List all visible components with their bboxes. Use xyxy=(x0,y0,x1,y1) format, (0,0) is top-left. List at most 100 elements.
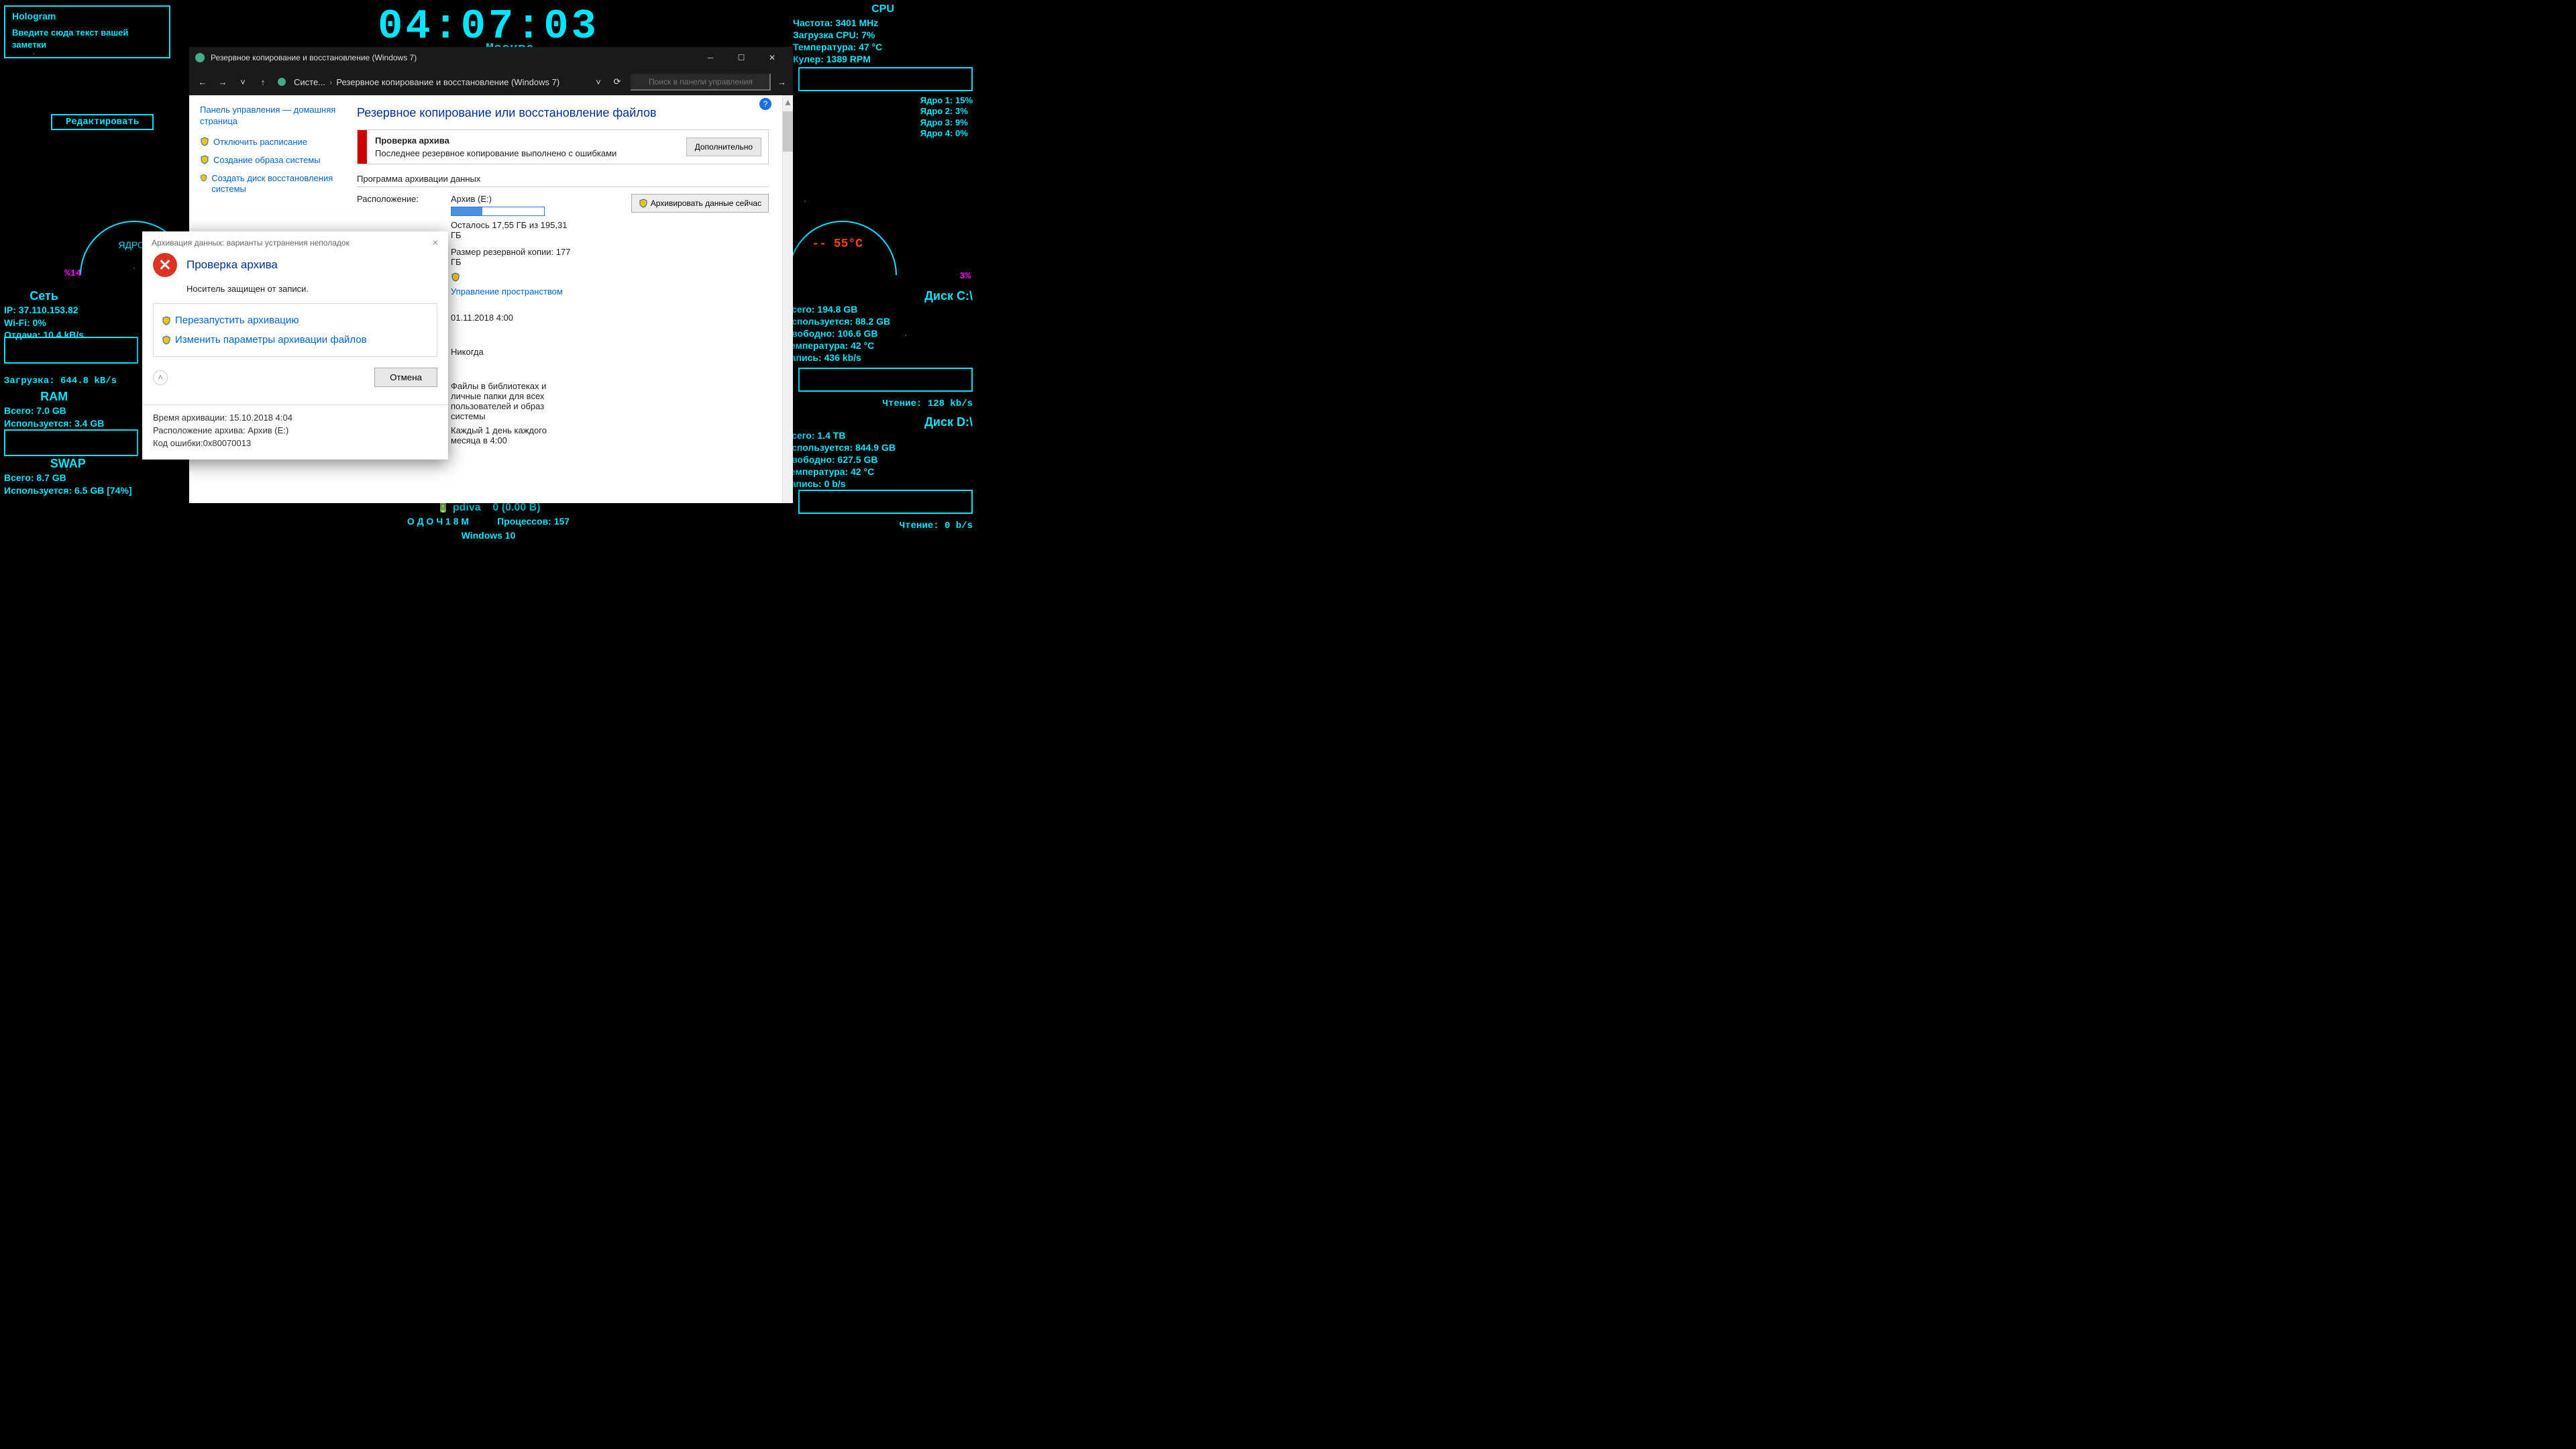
backup-size: Размер резервной копии: 177 ГБ xyxy=(451,247,572,267)
cpu-freq: Частота: 3401 MHz xyxy=(793,17,973,29)
chevron-up-icon[interactable]: ˄ xyxy=(153,370,168,385)
back-button[interactable]: ← xyxy=(196,77,209,87)
change-settings-link[interactable]: Изменить параметры архивации файлов xyxy=(162,330,429,350)
disk-d-total: Всего: 1.4 TB xyxy=(785,430,973,442)
shield-icon xyxy=(162,316,171,325)
net-wifi: Wi-Fi: 0% xyxy=(4,317,84,329)
scroll-thumb[interactable] xyxy=(783,111,793,152)
section-header: Программа архивации данных xyxy=(357,174,769,187)
swap-widget: SWAP Всего: 8.7 GB Используется: 6.5 GB … xyxy=(4,456,132,496)
cancel-button[interactable]: Отмена xyxy=(374,368,437,387)
net-load: Загрузка: 644.8 kB/s xyxy=(4,376,117,386)
alert-box: Проверка архива Последнее резервное копи… xyxy=(357,129,769,164)
disk-d-graph xyxy=(798,490,973,514)
close-button[interactable]: ✕ xyxy=(757,47,788,68)
disk-c-header: Диск C:\ xyxy=(785,288,973,304)
help-icon[interactable]: ? xyxy=(759,98,771,110)
hologram-title: Hologram xyxy=(12,11,162,21)
cpu-widget: CPU Частота: 3401 MHz Загрузка CPU: 7% Т… xyxy=(793,3,973,66)
ram-header: RAM xyxy=(4,389,104,405)
ram-graph xyxy=(4,429,138,456)
backup-content: Файлы в библиотеках и личные папки для в… xyxy=(451,381,558,421)
disk-c-used: Используется: 88.2 GB xyxy=(785,316,973,328)
location-icon xyxy=(276,76,287,87)
hologram-note[interactable]: Введите сюда текст вашей заметки xyxy=(12,27,162,50)
sidebar-create-recovery-disk[interactable]: Создать диск восстановления системы xyxy=(200,173,339,196)
shield-icon xyxy=(200,137,209,146)
swap-header: SWAP xyxy=(4,456,132,472)
alert-message: Последнее резервное копирование выполнен… xyxy=(375,148,672,158)
edit-button[interactable]: Редактировать xyxy=(51,114,154,130)
chevron-right-icon: › xyxy=(329,77,332,87)
disk-c-total: Всего: 194.8 GB xyxy=(785,304,973,316)
core-2: Ядро 2: 3% xyxy=(920,106,973,117)
page-title: Резервное копирование или восстановление… xyxy=(357,106,769,120)
cpu-header: CPU xyxy=(793,3,973,17)
manage-space-link[interactable]: Управление пространством xyxy=(451,286,572,297)
os-name: Windows 10 xyxy=(462,530,516,541)
gauge-left-value: %14 xyxy=(64,268,81,279)
window-title: Резервное копирование и восстановление (… xyxy=(211,53,417,62)
navbar: ← → ˅ ↑ Систе... › Резервное копирование… xyxy=(189,68,793,95)
crumb-2[interactable]: Резервное копирование и восстановление (… xyxy=(336,77,559,87)
processes: Процессов: 157 xyxy=(497,516,570,527)
maximize-button[interactable]: ☐ xyxy=(726,47,757,68)
dialog-close-icon[interactable]: ✕ xyxy=(432,238,439,248)
shield-icon xyxy=(162,335,171,345)
alert-title: Проверка архива xyxy=(375,136,672,146)
gauge-right-temp: -- 55°C xyxy=(812,237,863,251)
swap-used: Используется: 6.5 GB [74%] xyxy=(4,484,132,496)
hide-details-toggle[interactable]: Скрыть сведения xyxy=(174,372,245,382)
error-icon xyxy=(153,253,177,277)
location-value: Архив (E:) xyxy=(451,194,572,204)
dialog-message: Носитель защищен от записи. xyxy=(186,284,437,294)
disk-c-write: Запись: 436 kb/s xyxy=(785,352,973,364)
dialog-heading: Проверка архива xyxy=(186,258,278,272)
forward-button[interactable]: → xyxy=(216,77,229,87)
scrollbar[interactable]: ▴ xyxy=(782,95,793,503)
backup-now-button[interactable]: Архивировать данные сейчас xyxy=(631,194,769,213)
search-go-icon[interactable]: → xyxy=(777,77,786,87)
disk-c-graph xyxy=(798,368,973,392)
dialog-title: Архивация данных: варианты устранения не… xyxy=(152,238,350,248)
details-button[interactable]: Дополнительно xyxy=(686,138,761,156)
sidebar-create-image[interactable]: Создание образа системы xyxy=(200,155,339,166)
disk-d-used: Используется: 844.9 GB xyxy=(785,442,973,454)
backup-icon xyxy=(195,52,205,63)
address-dropdown-icon[interactable]: ˅ xyxy=(592,77,604,87)
core-1: Ядро 1: 15% xyxy=(920,95,973,106)
refresh-icon[interactable]: ⟳ xyxy=(611,76,623,87)
core-4: Ядро 4: 0% xyxy=(920,128,973,139)
detail-time: Время архивации: 15.10.2018 4:04 xyxy=(153,412,437,425)
gauge-right-value: 3% xyxy=(959,271,971,282)
bottom-bar: 🔋 pdiva 0 (0.00 В) О Д О Ч 1 8 М Процесс… xyxy=(287,500,690,543)
alert-indicator xyxy=(358,130,367,164)
crumb-1[interactable]: Систе... xyxy=(294,77,325,87)
restart-backup-link[interactable]: Перезапустить архивацию xyxy=(162,311,429,330)
minimize-button[interactable]: ─ xyxy=(695,47,726,68)
control-panel-home-link[interactable]: Панель управления — домашняя страница xyxy=(200,105,339,127)
shield-icon xyxy=(200,155,209,164)
breadcrumb[interactable]: Систе... › Резервное копирование и восст… xyxy=(294,77,586,87)
network-widget: Сеть IP: 37.110.153.82 Wi-Fi: 0% Отдача:… xyxy=(4,288,84,341)
up-button[interactable]: ↑ xyxy=(256,77,270,87)
next-backup-date: 01.11.2018 4:00 xyxy=(451,313,572,323)
dialog-details: Время архивации: 15.10.2018 4:04 Располо… xyxy=(142,405,448,460)
disk-c-free: Свободно: 106.6 GB xyxy=(785,328,973,340)
shield-icon xyxy=(639,199,648,208)
cpu-temp: Температура: 47 °C xyxy=(793,41,973,53)
ram-used: Используется: 3.4 GB xyxy=(4,417,104,429)
recent-button[interactable]: ˅ xyxy=(236,77,250,87)
search-input[interactable] xyxy=(630,73,771,91)
sidebar-disable-schedule[interactable]: Отключить расписание xyxy=(200,137,339,148)
disk-c-widget: Диск C:\ Всего: 194.8 GB Используется: 8… xyxy=(785,288,973,364)
dialog-actions: Перезапустить архивацию Изменить парамет… xyxy=(153,303,437,357)
cpu-fan: Кулер: 1389 RPM xyxy=(793,53,973,65)
shield-icon xyxy=(200,173,207,182)
titlebar[interactable]: Резервное копирование и восстановление (… xyxy=(189,47,793,68)
disk-d-temp: Температура: 42 °C xyxy=(785,466,973,478)
disk-d-write: Запись: 0 b/s xyxy=(785,478,973,490)
cpu-cores: Ядро 1: 15% Ядро 2: 3% Ядро 3: 9% Ядро 4… xyxy=(920,95,973,139)
disk-d-widget: Диск D:\ Всего: 1.4 TB Используется: 844… xyxy=(785,415,973,490)
net-ip: IP: 37.110.153.82 xyxy=(4,304,84,316)
